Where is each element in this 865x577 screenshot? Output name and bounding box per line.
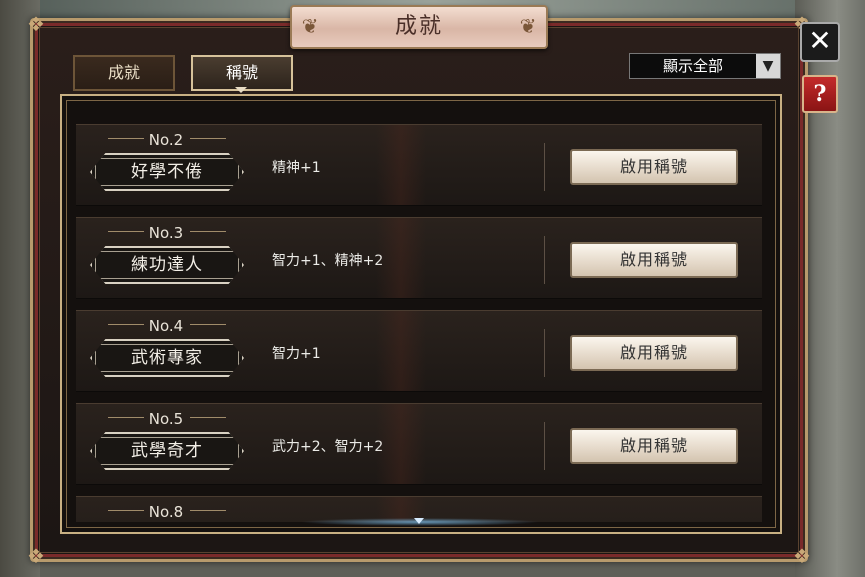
rank-label: No.5 bbox=[148, 410, 184, 428]
enable-title-button[interactable]: 啟用稱號 bbox=[570, 428, 738, 464]
title-name: 武學奇才 bbox=[90, 432, 244, 470]
row-divider bbox=[544, 329, 545, 377]
help-button[interactable]: ? bbox=[802, 75, 838, 113]
title-name: 練功達人 bbox=[90, 246, 244, 284]
dropdown-arrow-icon[interactable]: ▼ bbox=[756, 54, 780, 78]
rank-label: No.8 bbox=[148, 503, 184, 521]
title-plate: ❦ ❦ 成就 bbox=[290, 5, 548, 49]
enable-title-button[interactable]: 啟用稱號 bbox=[570, 242, 738, 278]
enable-title-button[interactable]: 啟用稱號 bbox=[570, 149, 738, 185]
title-effect: 武力+2、智力+2 bbox=[272, 439, 384, 455]
active-tab-caret-icon bbox=[235, 87, 247, 93]
row-divider bbox=[544, 422, 545, 470]
title-effect: 精神+1 bbox=[272, 160, 321, 176]
tab-titles[interactable]: 稱號 bbox=[191, 55, 293, 91]
title-list[interactable]: No.2 好學不倦 精神+1 啟用稱號 No.3 練功達人 智力+1、精神+2 … bbox=[60, 94, 782, 534]
rank-label: No.4 bbox=[148, 317, 184, 335]
enable-title-button[interactable]: 啟用稱號 bbox=[570, 335, 738, 371]
close-button[interactable]: ✕ bbox=[800, 22, 840, 62]
scroll-down-icon[interactable] bbox=[414, 518, 424, 524]
list-item: No.3 練功達人 智力+1、精神+2 啟用稱號 bbox=[76, 217, 762, 299]
row-divider bbox=[544, 143, 545, 191]
title-effect: 智力+1、精神+2 bbox=[272, 253, 384, 269]
rank-label: No.2 bbox=[148, 131, 184, 149]
list-item: No.5 武學奇才 武力+2、智力+2 啟用稱號 bbox=[76, 403, 762, 485]
list-item: No.4 武術專家 智力+1 啟用稱號 bbox=[76, 310, 762, 392]
corner-ornament-icon: ❖ bbox=[27, 12, 45, 36]
list-item: No.2 好學不倦 精神+1 啟用稱號 bbox=[76, 124, 762, 206]
filter-selected-value: 顯示全部 bbox=[662, 57, 723, 75]
title-name: 武術專家 bbox=[90, 339, 244, 377]
corner-ornament-icon: ❖ bbox=[793, 544, 811, 568]
title-list-viewport: No.2 好學不倦 精神+1 啟用稱號 No.3 練功達人 智力+1、精神+2 … bbox=[70, 106, 772, 522]
rank-label: No.3 bbox=[148, 224, 184, 242]
page-title: 成就 bbox=[394, 14, 443, 39]
title-name: 好學不倦 bbox=[90, 153, 244, 191]
tab-achievements[interactable]: 成就 bbox=[73, 55, 175, 91]
row-divider bbox=[544, 236, 545, 284]
title-effect: 智力+1 bbox=[272, 346, 321, 362]
corner-ornament-icon: ❖ bbox=[27, 544, 45, 568]
filter-dropdown[interactable]: 顯示全部 ▼ bbox=[629, 53, 781, 79]
